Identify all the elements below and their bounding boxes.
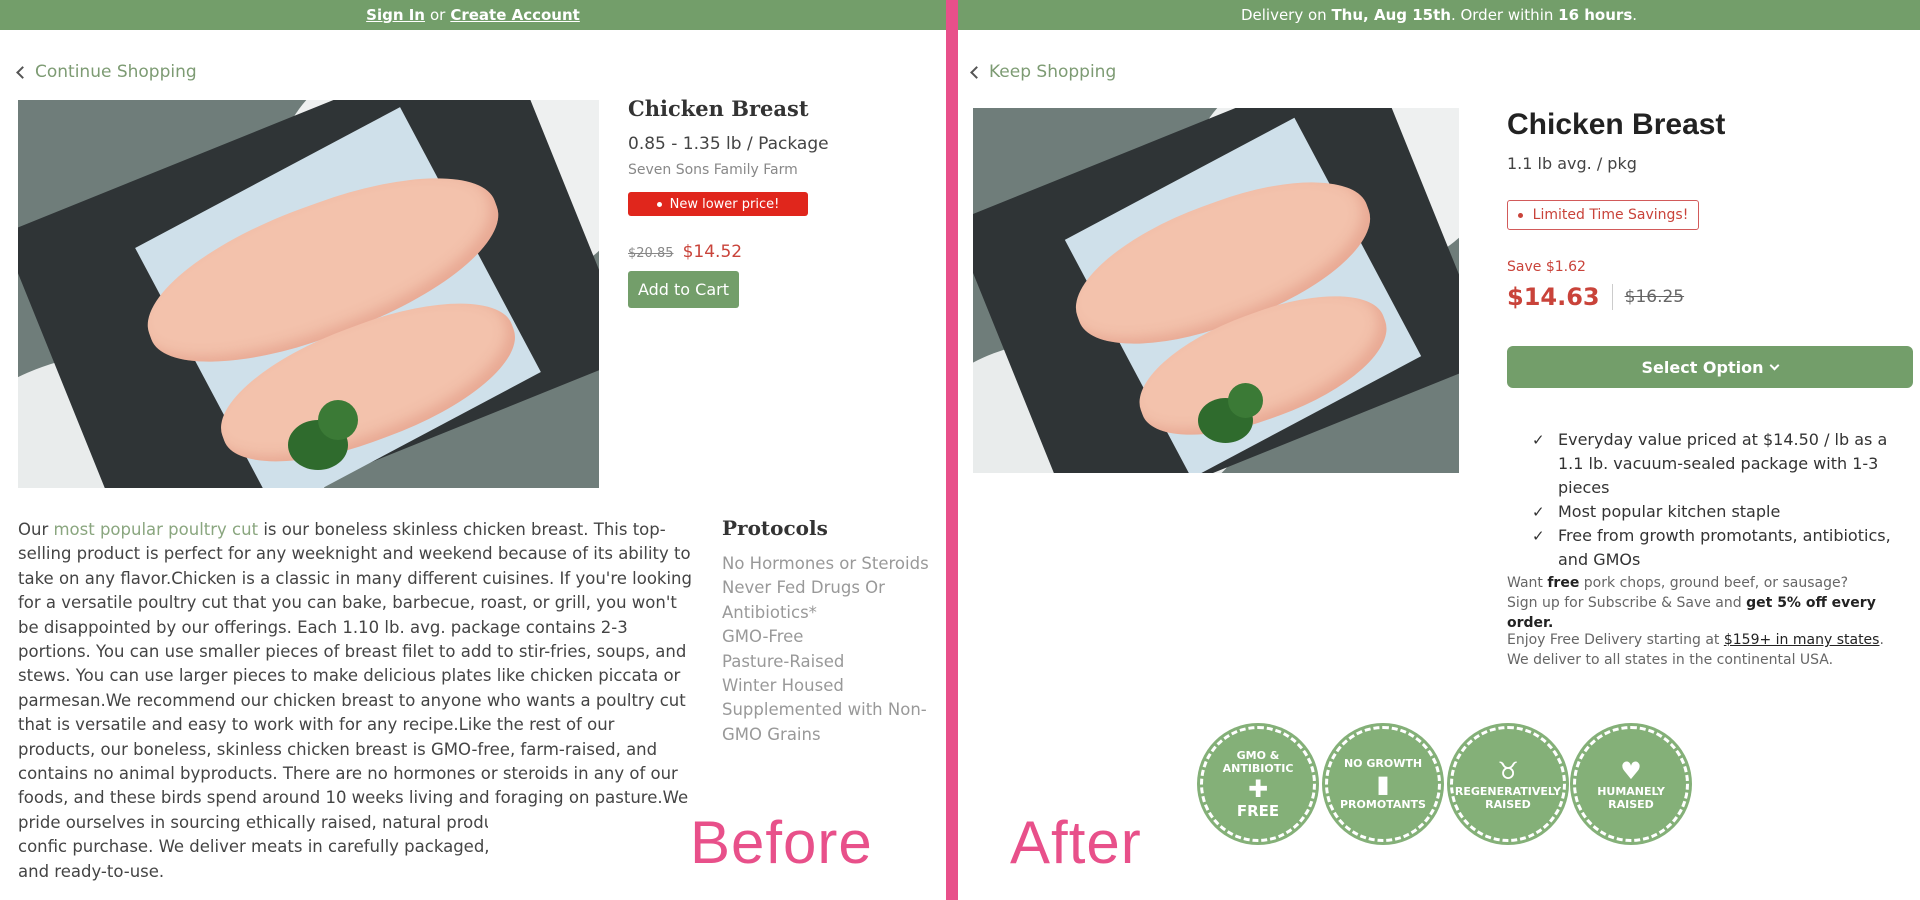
price-badge-label: New lower price! [669,196,780,212]
product-title: Chicken Breast [1507,108,1726,141]
old-price: $16.25 [1624,287,1685,307]
check-icon: ✓ [1532,503,1545,521]
old-price: $20.85 [628,246,674,261]
delivery-suffix: . [1632,6,1638,24]
promo-items: pork chops, ground beef, or sausage? [1583,575,1849,591]
feature-text: Free from growth promotants, antibiotics… [1558,526,1891,569]
savings-badge-label: Limited Time Savings! [1532,207,1689,223]
chevron-left-icon [970,65,983,79]
promo-want: Want [1507,575,1543,591]
heart-hands-icon: ♥ [1620,757,1642,785]
price-block: $14.63 $16.25 [1507,283,1684,311]
check-icon: ✓ [1532,527,1545,545]
regeneratively-raised-badge: ♉ REGENERATIVELY RAISED [1450,726,1566,842]
bullet-icon [656,201,662,207]
delivery-mid: . Order within [1450,6,1554,24]
humanely-raised-badge: ♥ HUMANELY RAISED [1573,726,1689,842]
subscribe-promo: Want free pork chops, ground beef, or sa… [1507,573,1907,633]
protocols-list: No Hormones or Steroids Never Fed Drugs … [722,552,934,747]
product-image-after [973,108,1459,473]
before-after-divider [946,0,958,900]
no-growth-promotants-badge: NO GROWTH ▮ PROMOTANTS [1325,726,1441,842]
select-option-button[interactable]: Select Option [1507,346,1913,388]
protocol-item: No Hormones or Steroids [722,554,929,573]
free-delivery-note: Enjoy Free Delivery starting at $159+ in… [1507,630,1907,670]
protocol-item: Never Fed Drugs Or Antibiotics* [722,578,885,622]
top-bar-after: Delivery on Thu, Aug 15th . Order within… [958,0,1920,30]
add-to-cart-button[interactable]: Add to Cart [628,271,739,308]
delivery-hours: 16 hours [1558,6,1633,24]
cert-line1: REGENERATIVELY [1454,785,1562,798]
savings-badge: Limited Time Savings! [1507,200,1699,230]
feature-list: ✓ Everyday value priced at $14.50 / lb as… [1532,428,1912,572]
cert-line2: RAISED [1485,798,1531,811]
syringe-icon: ✚ [1247,775,1269,803]
select-option-label: Select Option [1641,357,1764,377]
cert-line2: FREE [1236,802,1280,820]
before-label: Before [690,809,873,876]
cert-line2: RAISED [1608,798,1654,811]
sign-in-link[interactable]: Sign In [366,6,425,24]
delivery-note-prefix: Enjoy Free Delivery starting at [1507,632,1720,648]
keep-shopping-link[interactable]: Keep Shopping [970,62,1117,82]
protocol-item: Pasture-Raised [722,651,845,671]
new-price: $14.63 [1507,283,1600,311]
price-block: $20.85 $14.52 [628,242,742,262]
gmo-antibiotic-free-badge: GMO & ANTIBIOTIC ✚ FREE [1200,726,1316,842]
cow-icon: ♉ [1497,757,1519,785]
product-title: Chicken Breast [628,96,809,121]
feature-item: ✓ Everyday value priced at $14.50 / lb as… [1532,428,1912,500]
create-account-link[interactable]: Create Account [450,6,580,24]
protocol-item: Supplemented with Non-GMO Grains [722,700,927,744]
feature-item: ✓ Most popular kitchen staple [1532,500,1912,524]
top-bar-before: Sign In or Create Account [0,0,946,30]
topbar-or-text: or [429,6,446,24]
check-icon: ✓ [1532,431,1545,449]
cert-line2: PROMOTANTS [1340,798,1426,811]
product-size: 1.1 lb avg. / pkg [1507,154,1637,173]
feature-text: Most popular kitchen staple [1558,502,1781,521]
promo-signup: Sign up for Subscribe & Save and [1507,595,1742,611]
keep-shopping-label: Keep Shopping [989,62,1117,82]
protocol-item: GMO-Free [722,627,804,647]
product-image-before [18,100,599,488]
farm-name: Seven Sons Family Farm [628,162,798,178]
continue-shopping-link[interactable]: Continue Shopping [16,62,197,82]
after-label: After [1010,809,1142,876]
description-lead: Our [18,520,49,539]
delivery-date: Thu, Aug 15th [1331,6,1451,24]
price-separator [1611,284,1613,310]
protocol-item: Winter Housed [722,676,844,696]
bullet-icon [1517,212,1523,218]
cert-line1: NO GROWTH [1343,757,1423,770]
new-price: $14.52 [682,242,743,262]
delivery-prefix: Delivery on [1240,6,1327,24]
price-badge: New lower price! [628,192,808,216]
product-size: 0.85 - 1.35 lb / Package [628,134,829,154]
feature-item: ✓ Free from growth promotants, antibiotic… [1532,524,1912,572]
save-amount: Save $1.62 [1507,259,1586,275]
feature-text: Everyday value priced at $14.50 / lb as … [1558,430,1888,497]
cert-line1: GMO & ANTIBIOTIC [1222,749,1294,775]
delivery-states-link[interactable]: $159+ in many states [1724,632,1880,648]
bottle-icon: ▮ [1376,770,1390,798]
popular-cut-link[interactable]: most popular poultry cut [53,520,258,539]
chevron-left-icon [16,65,29,79]
chevron-down-icon [1770,360,1780,370]
promo-free: free [1547,575,1580,591]
continue-shopping-label: Continue Shopping [35,62,197,82]
protocols-heading: Protocols [722,516,828,540]
cert-line1: HUMANELY [1597,785,1665,798]
